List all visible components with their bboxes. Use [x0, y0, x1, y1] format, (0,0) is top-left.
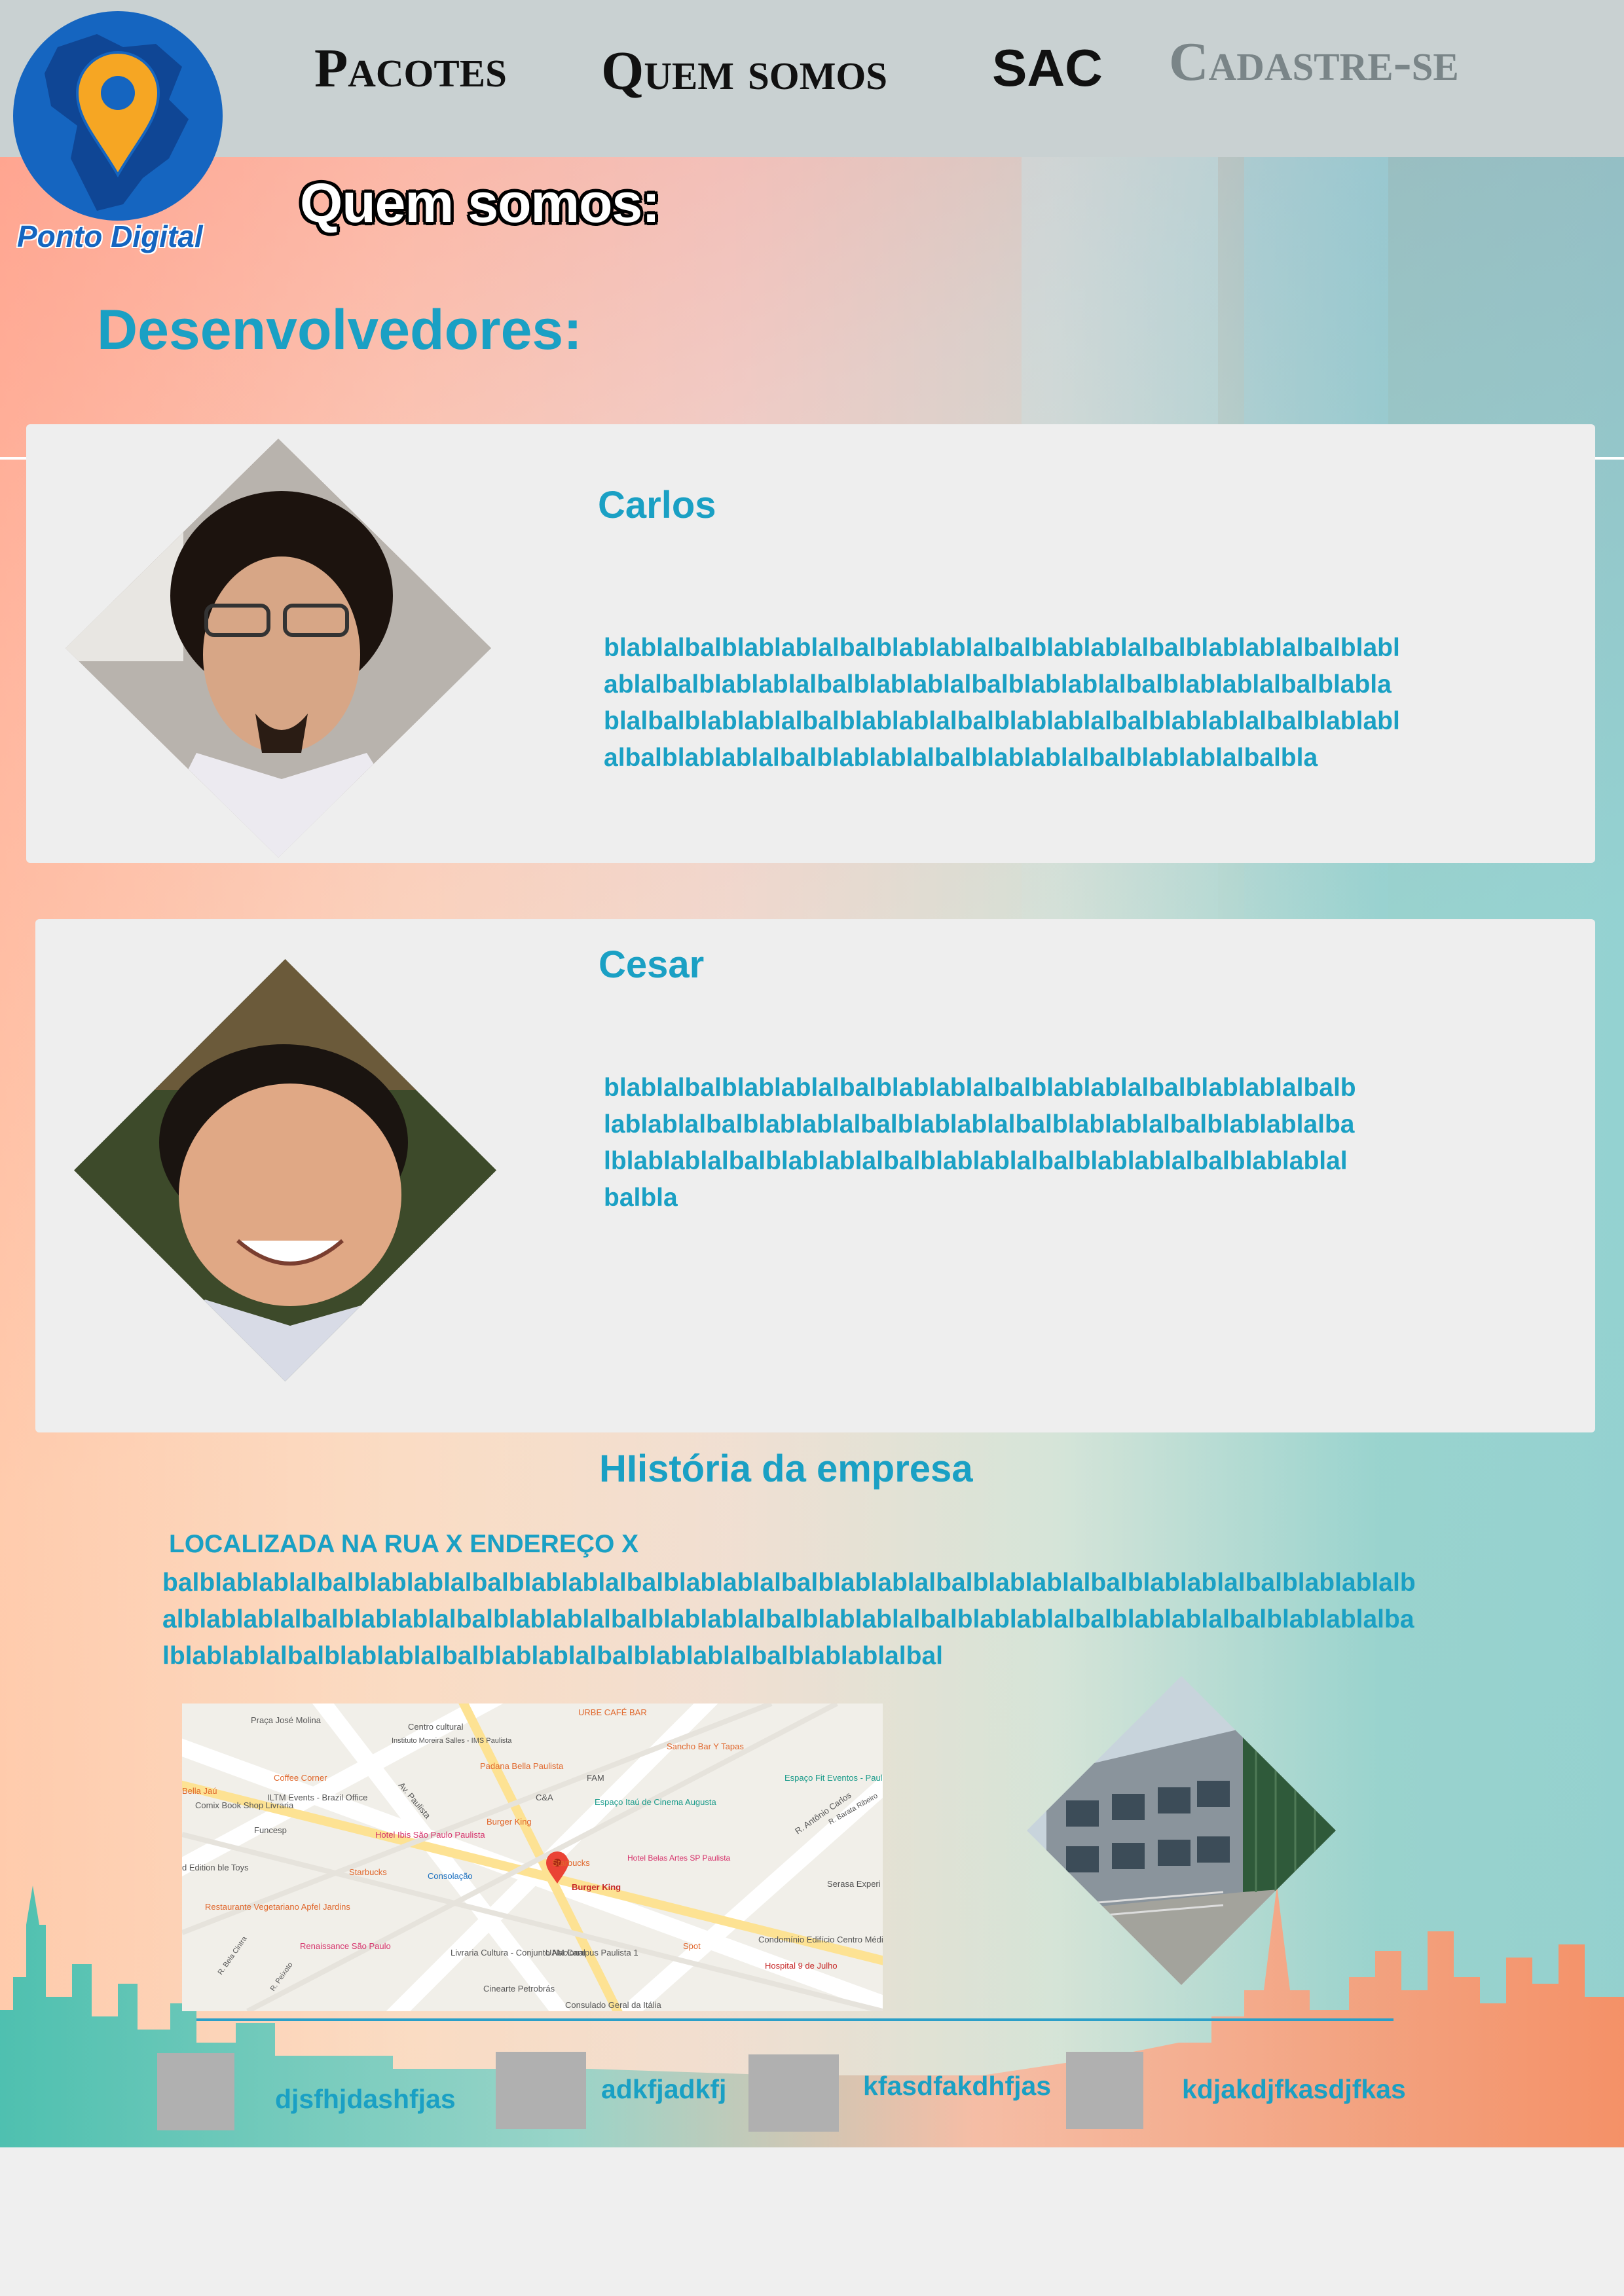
map-label-cinearte: Cinearte Petrobrás — [483, 1984, 555, 1994]
page-heading: Quem somos: — [300, 172, 660, 234]
map-label-consulado: Consulado Geral da Itália — [565, 2000, 661, 2010]
map-label-ibis: Hotel Ibis São Paulo Paulista — [375, 1830, 485, 1840]
company-history-text: balblablablalbalblablablalbalblablablalb… — [162, 1569, 1416, 1670]
developers-section-title: Desenvolvedores: — [97, 299, 582, 361]
company-address: LOCALIZADA NA RUA X ENDEREÇO X — [169, 1530, 639, 1558]
map-label-centro-cultural: Centro cultural — [408, 1722, 464, 1732]
map-label-fam: FAM — [587, 1773, 604, 1783]
nav-link-cadastre-se[interactable]: Cadastre-se — [1169, 30, 1459, 94]
nav-link-quem-somos[interactable]: Quem somos — [601, 39, 887, 103]
map-label-restaurante: Restaurante Vegetariano Apfel Jardins — [205, 1902, 350, 1912]
map-label-sancho: Sancho Bar Y Tapas — [667, 1741, 744, 1751]
map-label-uam: UAM Campus Paulista 1 — [545, 1948, 638, 1958]
company-history-title: HIistória da empresa — [599, 1448, 973, 1490]
top-navigation-bar: Pacotes Quem somos SAC Cadastre-se — [0, 0, 1624, 157]
footer-icon-4[interactable] — [1066, 2052, 1143, 2129]
map-label-edition: d Edition ble Toys — [182, 1863, 249, 1872]
map-label-funcesp: Funcesp — [254, 1825, 287, 1835]
map-label-praca: Praça José Molina — [251, 1715, 322, 1725]
map-label-starbucks-2: Starbucks — [552, 1858, 590, 1868]
map-label-espaco-fit: Espaço Fit Eventos - Paulista — [784, 1773, 883, 1783]
developer-name-carlos: Carlos — [598, 484, 716, 526]
page-bottom-area — [0, 2147, 1624, 2296]
map-label-espaco-itau: Espaço Itaú de Cinema Augusta — [595, 1797, 717, 1807]
map-label-burger-king-2: Burger King — [572, 1882, 621, 1892]
location-map[interactable]: Praça José Molina Centro cultural Instit… — [182, 1704, 883, 2011]
footer-icon-2[interactable] — [496, 2052, 586, 2129]
developer-name-cesar: Cesar — [599, 943, 705, 986]
footer-link-4[interactable]: kdjakdjfkasdjfkas — [1182, 2074, 1406, 2105]
map-label-renaissance: Renaissance São Paulo — [300, 1941, 391, 1951]
map-label-starbucks-1: Starbucks — [349, 1867, 387, 1877]
map-label-condominio: Condomínio Edifício Centro Médico Peixot… — [758, 1935, 883, 1944]
footer-link-1[interactable]: djsfhjdashfjas — [275, 2084, 456, 2115]
map-label-ca: C&A — [536, 1793, 553, 1802]
logo-text: Ponto Digital — [17, 219, 203, 253]
map-label-instituto-moreira: Instituto Moreira Salles - IMS Paulista — [392, 1737, 512, 1745]
map-label-bella-jau: Bella Jaú — [182, 1786, 217, 1796]
footer-link-2[interactable]: adkfjadkfj — [601, 2074, 726, 2105]
developer-bio-cesar: blablalbalblablablalbalblablablalbalblab… — [604, 1074, 1356, 1212]
map-label-hospital: Hospital 9 de Julho — [765, 1961, 838, 1971]
map-label-burger-king-1: Burger King — [487, 1817, 532, 1827]
ponto-digital-logo[interactable]: Ponto Digital — [12, 8, 225, 253]
footer-icon-3[interactable] — [748, 2054, 839, 2132]
map-label-serasa: Serasa Experi — [827, 1879, 881, 1889]
map-label-coffee-corner: Coffee Corner — [274, 1773, 327, 1783]
map-label-spot: Spot — [683, 1941, 701, 1951]
map-label-belas-artes: Hotel Belas Artes SP Paulista — [627, 1853, 731, 1863]
nav-link-pacotes[interactable]: Pacotes — [314, 37, 507, 100]
footer-divider — [196, 2018, 1393, 2021]
footer-icon-1[interactable] — [157, 2053, 234, 2130]
footer-link-3[interactable]: kfasdfakdhfjas — [863, 2071, 1051, 2102]
map-label-padana: Padana Bella Paulista — [480, 1761, 564, 1771]
developer-bio-carlos: blablalbalblablablalbalblablablalbalblab… — [604, 634, 1400, 772]
nav-link-sac[interactable]: SAC — [992, 38, 1103, 98]
map-label-consolacao: Consolação — [428, 1871, 473, 1881]
map-label-iltm: ILTM Events - Brazil Office — [267, 1793, 367, 1802]
map-label-urbe: URBE CAFÉ BAR — [578, 1707, 647, 1717]
